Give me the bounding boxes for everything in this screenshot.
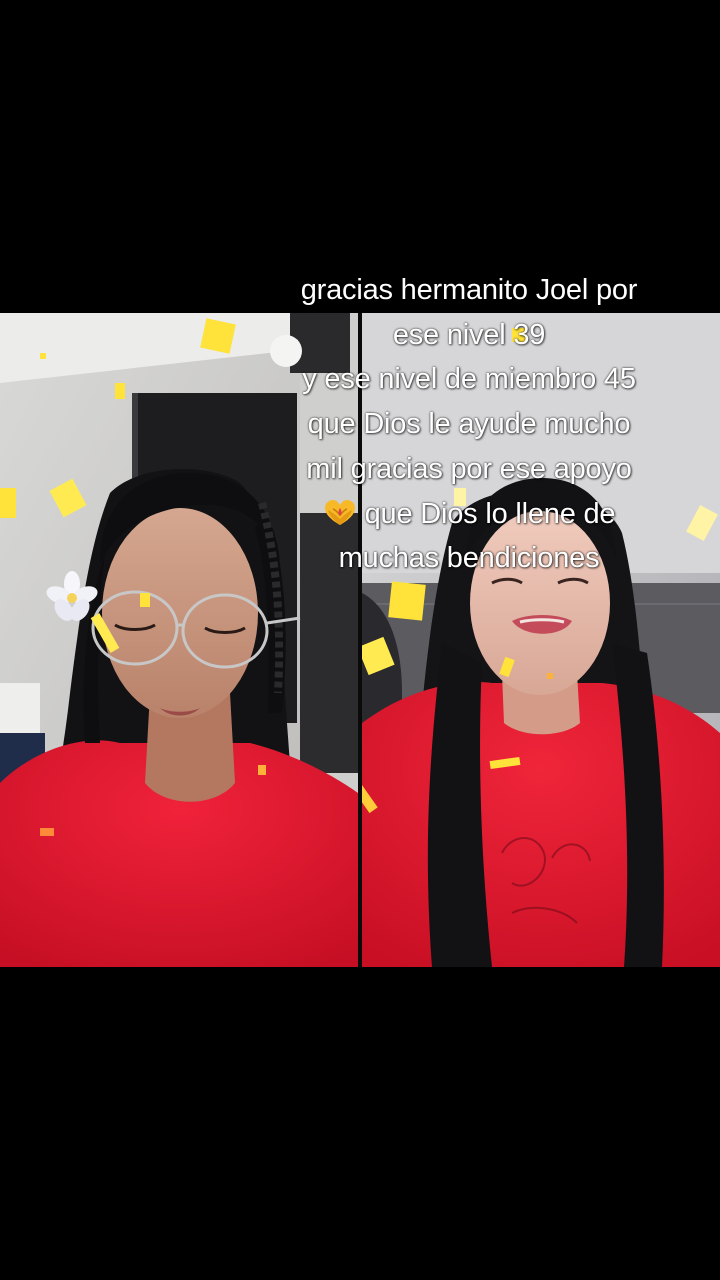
video-screen: gracias hermanito Joel por ese nivel 39 … xyxy=(0,0,720,1280)
caption-overlay: gracias hermanito Joel por ese nivel 39 … xyxy=(278,268,660,581)
caption-line-1: gracias hermanito Joel por xyxy=(300,274,638,306)
caption-line-6: que Dios lo llene de xyxy=(364,497,616,530)
caption-line-7: muchas bendiciones xyxy=(338,542,600,575)
heart-hands-icon xyxy=(323,499,357,527)
caption-line-6-wrapper: que Dios lo llene de xyxy=(278,492,660,537)
caption-line-4: que Dios le ayude mucho xyxy=(307,408,631,441)
caption-line-2: ese nivel 39 xyxy=(392,318,546,351)
caption-line-5: mil gracias por ese apoyo xyxy=(306,452,632,485)
caption-line-3: y ese nivel de miembro 45 xyxy=(302,363,636,396)
